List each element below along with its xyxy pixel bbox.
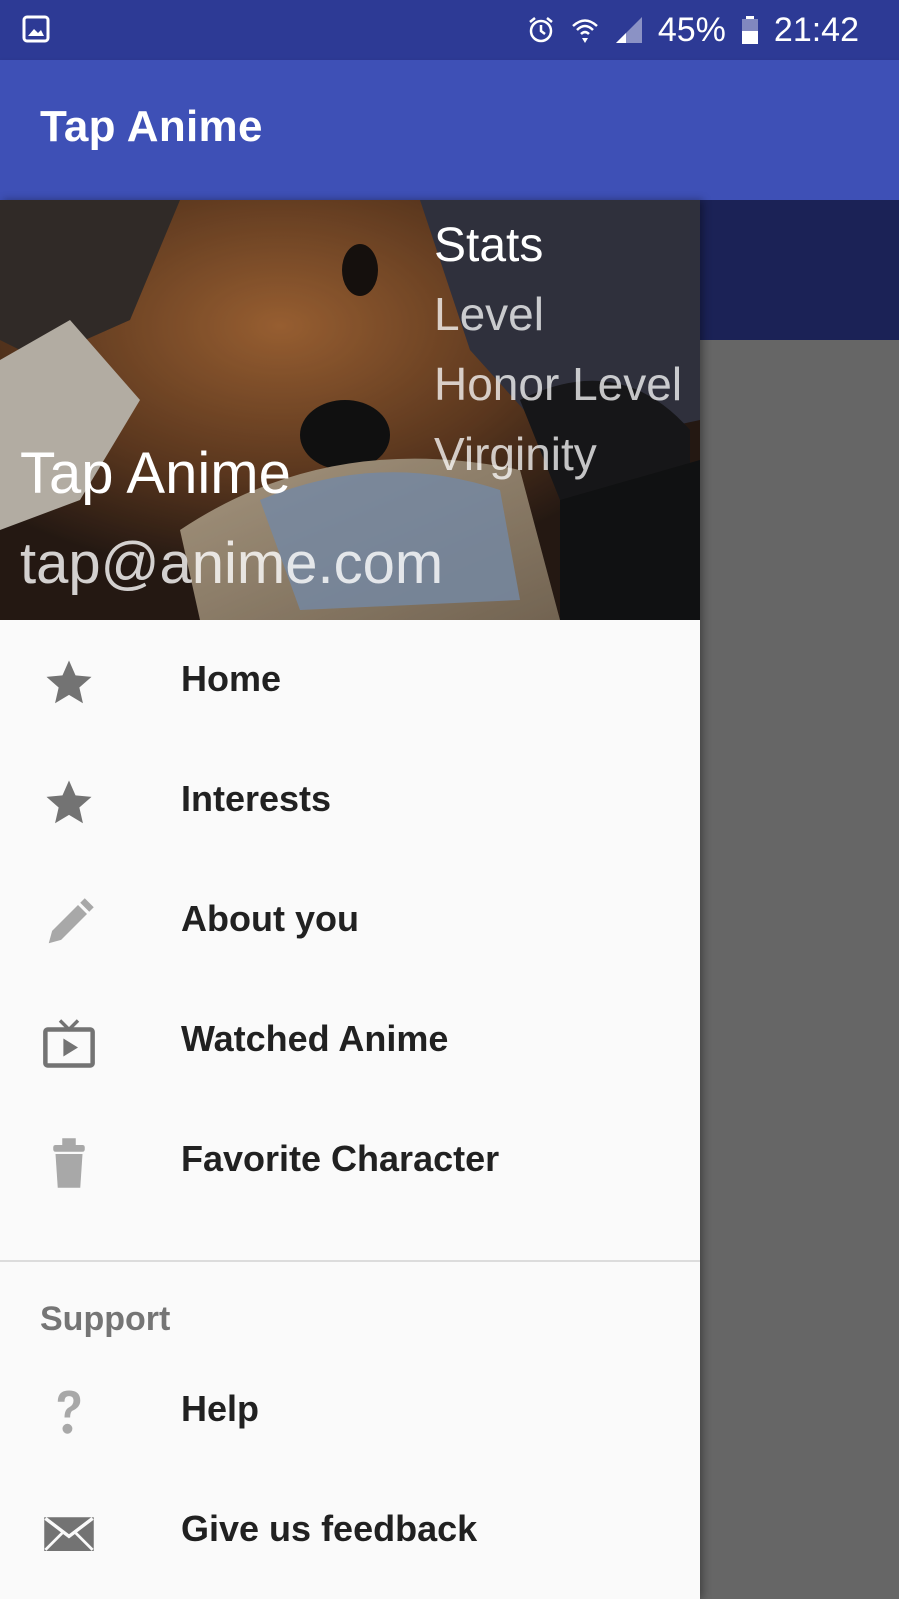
menu-item-label: Favorite Character bbox=[181, 1138, 500, 1179]
battery-percent: 45% bbox=[657, 10, 726, 49]
battery-icon bbox=[741, 16, 758, 44]
drawer-header: Stats Level Honor Level Virginity Tap An… bbox=[0, 200, 700, 620]
menu-item-label: Watched Anime bbox=[181, 1018, 449, 1059]
user-email: tap@anime.com bbox=[20, 531, 444, 596]
trash-icon bbox=[53, 1138, 85, 1188]
menu-item-favorite-character[interactable]: Favorite Character bbox=[0, 1100, 700, 1220]
menu-item-label: About you bbox=[181, 898, 359, 939]
menu-item-label: Interests bbox=[181, 778, 332, 819]
wifi-icon bbox=[571, 19, 598, 43]
help-icon bbox=[57, 1390, 81, 1434]
drawer-menu: Home Interests About you Watched Anime F… bbox=[0, 620, 700, 1220]
menu-item-watched-anime[interactable]: Watched Anime bbox=[0, 980, 700, 1100]
star-icon bbox=[46, 780, 92, 824]
gallery-notification-icon bbox=[22, 15, 50, 43]
menu-item-label: Help bbox=[181, 1388, 260, 1429]
user-name: Tap Anime bbox=[20, 441, 291, 506]
menu-item-about-you[interactable]: About you bbox=[0, 860, 700, 980]
stat-level: Level bbox=[434, 288, 544, 340]
stats-title: Stats bbox=[434, 219, 544, 272]
stat-honor-level: Honor Level bbox=[434, 358, 683, 410]
menu-item-help[interactable]: Help bbox=[0, 1350, 700, 1470]
support-menu: Help Give us feedback bbox=[0, 1350, 700, 1590]
menu-item-label: Home bbox=[181, 658, 282, 699]
drawer-scrim[interactable] bbox=[700, 340, 899, 1599]
scrim-appbar-area[interactable] bbox=[700, 200, 899, 340]
tv-play-icon bbox=[43, 1019, 95, 1068]
cell-signal-icon bbox=[615, 17, 642, 43]
alarm-icon bbox=[529, 17, 553, 43]
stat-virginity: Virginity bbox=[434, 428, 597, 480]
star-icon bbox=[46, 660, 92, 704]
menu-item-home[interactable]: Home bbox=[0, 620, 700, 740]
menu-item-feedback[interactable]: Give us feedback bbox=[0, 1470, 700, 1590]
clock: 21:42 bbox=[773, 10, 859, 49]
menu-divider bbox=[0, 1260, 700, 1262]
menu-item-label: Give us feedback bbox=[181, 1508, 478, 1549]
mail-icon bbox=[44, 1517, 94, 1551]
status-bar: 45% 21:42 bbox=[0, 0, 899, 60]
navigation-drawer: Stats Level Honor Level Virginity Tap An… bbox=[0, 200, 700, 1599]
menu-item-interests[interactable]: Interests bbox=[0, 740, 700, 860]
app-title: Tap Anime bbox=[40, 102, 263, 151]
pencil-icon bbox=[48, 898, 94, 944]
support-section-title: Support bbox=[40, 1300, 171, 1338]
stats-panel: Stats Level Honor Level Virginity bbox=[434, 218, 682, 497]
app-bar: Tap Anime bbox=[0, 60, 899, 200]
